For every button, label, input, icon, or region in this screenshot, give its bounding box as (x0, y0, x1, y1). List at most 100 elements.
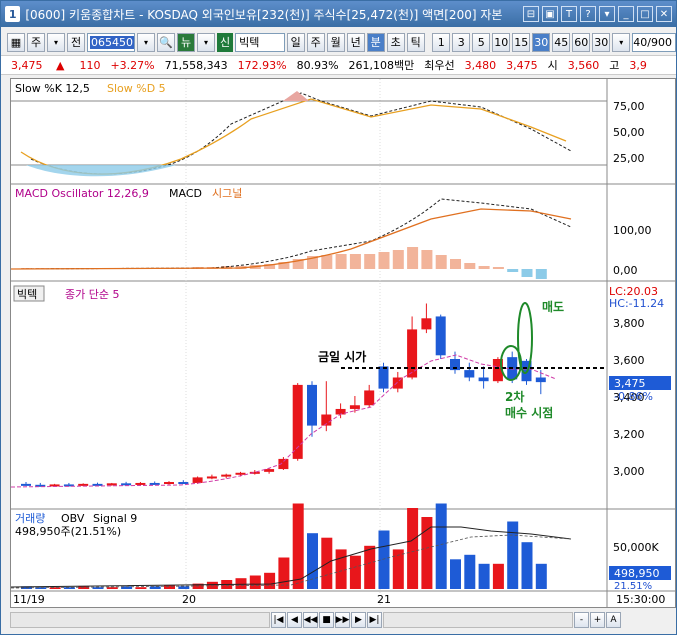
minute-60[interactable]: 60 (572, 32, 591, 52)
minimize-button[interactable]: _ (618, 6, 634, 22)
volume-bar (335, 549, 347, 589)
high-price: 3,9 (629, 58, 647, 72)
period-second[interactable]: 초 (386, 32, 405, 52)
scroll-prev-button[interactable]: ◀ (287, 612, 302, 628)
candle-body (378, 366, 389, 389)
scroll-next-button[interactable]: ▶ (351, 612, 366, 628)
period-unit-chevron-icon[interactable]: ▾ (47, 32, 65, 52)
volume-bar (450, 559, 461, 589)
volume-bar (135, 587, 147, 589)
search-icon[interactable]: 🔍 (157, 32, 175, 52)
volume-title: 거래량 (15, 512, 45, 525)
layout-icon[interactable]: ⊟ (523, 6, 539, 22)
text-tool-icon[interactable]: T (561, 6, 577, 22)
page-counter[interactable]: 40/900 (632, 32, 676, 52)
scroll-first-button[interactable]: |◀ (271, 612, 286, 628)
restore-panel-icon[interactable]: ▣ (542, 6, 558, 22)
minute-10[interactable]: 10 (492, 32, 511, 52)
period-month[interactable]: 월 (326, 32, 345, 52)
close-button[interactable]: ✕ (656, 6, 672, 22)
stock-name-field[interactable]: 빅텍 (235, 32, 285, 52)
period-day[interactable]: 일 (286, 32, 305, 52)
minute-15[interactable]: 15 (512, 32, 531, 52)
zoom-in-button[interactable]: + (590, 612, 605, 628)
group-chevron-icon[interactable]: ▾ (197, 32, 215, 52)
window-number[interactable]: 1 (5, 6, 21, 22)
price-axis-3200: 3,200 (613, 428, 645, 441)
zoom-out-button[interactable]: - (574, 612, 589, 628)
scroll-stop-button[interactable]: ■ (319, 612, 334, 628)
candle-body (478, 377, 489, 382)
minute-3[interactable]: 3 (452, 32, 471, 52)
period-year[interactable]: 년 (346, 32, 365, 52)
volume-axis-50000k: 50,000K (613, 541, 659, 554)
candle-body (349, 405, 360, 409)
minute-30[interactable]: 30 (532, 32, 551, 52)
all-market-button[interactable]: 전 (67, 32, 85, 52)
macd-osc-bar (464, 263, 476, 269)
scroll-fast-forward-button[interactable]: ▶▶ (335, 612, 350, 628)
volume-panel: 거래량 OBV Signal 9 498,950주(21.51%) 50,000… (10, 503, 671, 592)
price-change: 110 (79, 58, 101, 72)
volume-bar (464, 554, 476, 589)
macd-osc-bar (378, 252, 390, 269)
period-week[interactable]: 주 (306, 32, 325, 52)
help-icon[interactable]: ? (580, 6, 596, 22)
scroll-fast-back-button[interactable]: ◀◀ (303, 612, 318, 628)
period-tick[interactable]: 틱 (406, 32, 425, 52)
chart-canvas[interactable]: Slow %K 12,5 Slow %D 5 75,00 50,00 25,00… (10, 79, 675, 607)
interval-input[interactable]: 30 (592, 32, 611, 52)
macd-osc-bar (521, 269, 533, 277)
candle-body (235, 472, 246, 475)
group-icon[interactable]: 뉴 (177, 32, 195, 52)
code-dropdown-chevron-icon[interactable]: ▾ (137, 32, 155, 52)
current-price-marker-label: 3,475 (614, 377, 646, 390)
stochastic-k-title: Slow %K 12,5 (15, 82, 90, 95)
period-unit-select[interactable]: 주 (27, 32, 45, 52)
open-price: 3,560 (567, 58, 600, 72)
candle-body (192, 477, 203, 483)
high-label: 고 (609, 59, 620, 72)
interval-chevron-icon[interactable]: ▾ (612, 32, 631, 52)
macd-axis-100: 100,00 (613, 224, 652, 237)
chart-area[interactable]: Slow %K 12,5 Slow %D 5 75,00 50,00 25,00… (10, 78, 676, 608)
current-price: 3,475 ▲ (1, 59, 74, 72)
maximize-button[interactable]: □ (637, 6, 653, 22)
macd-osc-bar (321, 255, 333, 269)
macd-osc-bar (535, 269, 547, 279)
candle-body (464, 370, 475, 378)
minute-5[interactable]: 5 (472, 32, 491, 52)
horizontal-scrollbar[interactable] (10, 612, 270, 628)
volume-value: 498,950주(21.51%) (15, 525, 121, 538)
candle-body (535, 377, 546, 383)
volume-bar (492, 563, 504, 589)
dropdown-icon[interactable]: ▾ (599, 6, 615, 22)
zoom-slider[interactable] (383, 612, 573, 628)
stock-code-input[interactable]: 065450 (87, 32, 135, 52)
volume-bar (292, 503, 304, 589)
minute-45[interactable]: 45 (552, 32, 571, 52)
minute-1[interactable]: 1 (432, 32, 451, 52)
macd-signal-line (10, 208, 572, 270)
candle-body (121, 483, 132, 486)
candlestick-series (21, 303, 546, 487)
volume-bar (349, 555, 361, 589)
candle-body (421, 318, 432, 330)
title-bar: 1 [0600] 키움종합차트 - KOSDAQ 외국인보유[232(천)] 주… (1, 1, 676, 27)
stochastic-panel: Slow %K 12,5 Slow %D 5 75,00 50,00 25,00 (11, 82, 645, 177)
auto-scale-button[interactable]: A (606, 612, 621, 628)
buy-annotation-1: 2차 (505, 389, 524, 404)
volume-pct-label: 21.51% (614, 581, 652, 592)
scroll-last-button[interactable]: ▶| (367, 612, 382, 628)
open-annotation: 금일 시가 (318, 349, 366, 364)
slow-k-line (30, 92, 572, 175)
macd-osc-bar (392, 250, 404, 269)
chart-settings-icon[interactable]: ▦ (7, 32, 25, 52)
period-minute[interactable]: 분 (366, 32, 385, 52)
candle-body (435, 316, 446, 356)
candle-body (364, 390, 375, 406)
chart-scroll-toolbar: |◀ ◀ ◀◀ ■ ▶▶ ▶ ▶| - + A (10, 611, 676, 629)
macd-osc-bar (478, 266, 490, 269)
oversold-area (26, 165, 176, 177)
x-label-1119: 11/19 (13, 593, 45, 606)
